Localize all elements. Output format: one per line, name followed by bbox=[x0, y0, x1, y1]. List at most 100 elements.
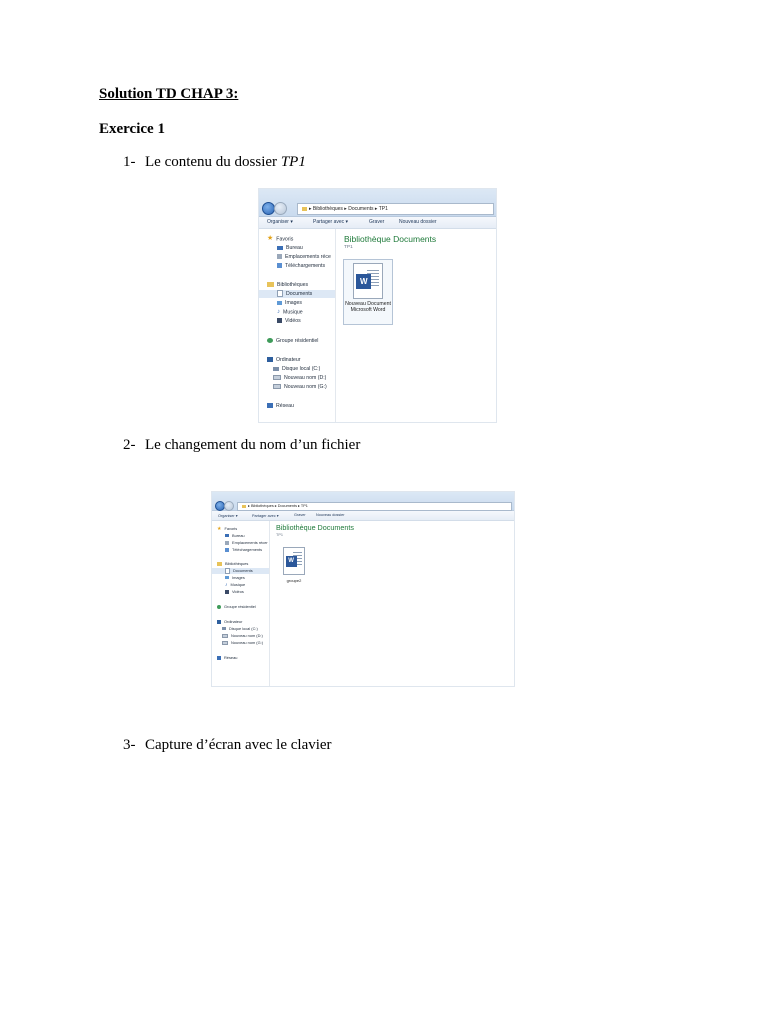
music-icon: ♪ bbox=[277, 309, 280, 315]
nav-videos[interactable]: Vidéos bbox=[277, 317, 301, 325]
new-folder-button[interactable]: Nouveau dossier bbox=[316, 513, 345, 517]
removable-drive-icon bbox=[273, 375, 281, 381]
computer-icon bbox=[217, 619, 221, 624]
file-name: Nouveau Document Microsoft Word bbox=[345, 301, 391, 313]
navigation-pane: ★ Favoris Bureau Emplacements réce Téléch… bbox=[259, 229, 336, 422]
address-bar[interactable]: ▸ Bibliothèques ▸ Documents ▸ TP1 bbox=[297, 203, 494, 215]
burn-button[interactable]: Graver bbox=[369, 219, 384, 225]
burn-button[interactable]: Graver bbox=[294, 513, 306, 517]
breadcrumb: ▸ Bibliothèques ▸ Documents ▸ TP1 bbox=[248, 504, 308, 508]
computer-icon bbox=[267, 357, 273, 363]
documents-icon bbox=[225, 568, 230, 574]
item-number: 3- bbox=[123, 737, 136, 753]
organize-button[interactable]: Organiser ▾ bbox=[218, 513, 238, 518]
nav-drive-d[interactable]: Nouveau nom (D:) bbox=[222, 633, 263, 639]
videos-icon bbox=[225, 589, 229, 594]
nav-recent-places[interactable]: Emplacements réce bbox=[277, 253, 331, 261]
explorer-screenshot-2: ▸ Bibliothèques ▸ Documents ▸ TP1 Organi… bbox=[211, 491, 515, 687]
nav-libraries[interactable]: Bibliothèques bbox=[267, 281, 308, 289]
desktop-icon bbox=[225, 534, 229, 538]
drive-icon bbox=[273, 366, 279, 371]
list-item: 2- Le changement du nom d’un fichier bbox=[123, 437, 360, 454]
item-text: Le changement du nom d’un fichier bbox=[145, 437, 361, 453]
forward-arrow-icon[interactable] bbox=[224, 501, 234, 511]
item-text: Le contenu du dossier bbox=[145, 154, 281, 170]
organize-button[interactable]: Organiser ▾ bbox=[267, 219, 293, 225]
libraries-icon bbox=[267, 282, 274, 288]
library-subtitle: TP1 bbox=[276, 533, 283, 537]
navigation-pane: ★ Favoris Bureau Emplacements récer Téléc… bbox=[212, 521, 270, 686]
list-item: 3- Capture d’écran avec le clavier bbox=[123, 737, 332, 754]
library-subtitle: TP1 bbox=[344, 245, 353, 250]
library-title: Bibliothèque Documents bbox=[344, 234, 437, 244]
nav-music[interactable]: ♪ Musique bbox=[277, 308, 303, 316]
downloads-icon bbox=[277, 263, 282, 269]
removable-drive-icon bbox=[273, 384, 281, 390]
share-with-button[interactable]: Partager avec ▾ bbox=[313, 219, 348, 225]
desktop-icon bbox=[277, 245, 283, 250]
file-item[interactable]: W Nouveau Document Microsoft Word bbox=[343, 259, 393, 325]
nav-documents[interactable]: Documents bbox=[212, 568, 269, 574]
recent-places-icon bbox=[225, 540, 229, 545]
homegroup-icon bbox=[217, 604, 221, 609]
nav-homegroup[interactable]: Groupe résidentiel bbox=[217, 604, 256, 610]
nav-videos[interactable]: Vidéos bbox=[225, 589, 244, 595]
word-document-icon: W bbox=[283, 547, 305, 575]
documents-icon bbox=[277, 290, 283, 298]
recent-places-icon bbox=[277, 254, 282, 260]
nav-homegroup[interactable]: Groupe résidentiel bbox=[267, 337, 318, 345]
nav-images[interactable]: Images bbox=[225, 575, 245, 581]
star-icon: ★ bbox=[267, 235, 274, 242]
videos-icon bbox=[277, 318, 282, 324]
nav-favorites[interactable]: ★ Favoris bbox=[267, 235, 293, 243]
explorer-screenshot-1: ▸ Bibliothèques ▸ Documents ▸ TP1 Organi… bbox=[258, 188, 497, 423]
item-number: 1- bbox=[123, 154, 136, 170]
nav-libraries[interactable]: Bibliothèques bbox=[217, 561, 248, 567]
images-icon bbox=[225, 576, 229, 580]
new-folder-button[interactable]: Nouveau dossier bbox=[399, 219, 437, 225]
word-document-icon: W bbox=[353, 263, 383, 299]
breadcrumb: ▸ Bibliothèques ▸ Documents ▸ TP1 bbox=[309, 206, 388, 212]
removable-drive-icon bbox=[222, 640, 228, 645]
nav-drive-g[interactable]: Nouveau nom (G:) bbox=[273, 383, 327, 391]
doc-title: Solution TD CHAP 3: bbox=[99, 86, 239, 102]
title-bar: ▸ Bibliothèques ▸ Documents ▸ TP1 bbox=[259, 189, 496, 217]
nav-drive-d[interactable]: Nouveau nom (D:) bbox=[273, 374, 326, 382]
nav-favorites[interactable]: ★ Favoris bbox=[217, 526, 237, 532]
item-number: 2- bbox=[123, 437, 136, 453]
forward-arrow-icon[interactable] bbox=[274, 202, 287, 215]
drive-icon bbox=[222, 627, 226, 631]
command-bar: Organiser ▾ Partager avec ▾ Graver Nouve… bbox=[212, 511, 514, 521]
share-with-button[interactable]: Partager avec ▾ bbox=[252, 513, 279, 518]
title-bar: ▸ Bibliothèques ▸ Documents ▸ TP1 bbox=[212, 492, 514, 511]
nav-documents[interactable]: Documents bbox=[259, 290, 335, 298]
section-title: Exercice 1 bbox=[99, 121, 165, 137]
nav-downloads[interactable]: Téléchargements bbox=[277, 262, 325, 270]
nav-drive-c[interactable]: Disque local (C:) bbox=[273, 365, 320, 373]
address-bar[interactable]: ▸ Bibliothèques ▸ Documents ▸ TP1 bbox=[237, 502, 512, 511]
nav-desktop[interactable]: Bureau bbox=[277, 244, 303, 252]
nav-drive-c[interactable]: Disque local (C:) bbox=[222, 626, 258, 632]
command-bar: Organiser ▾ Partager avec ▾ Graver Nouve… bbox=[259, 217, 496, 229]
nav-downloads[interactable]: Téléchargements bbox=[225, 547, 262, 553]
downloads-icon bbox=[225, 547, 229, 552]
libraries-icon bbox=[217, 561, 222, 566]
nav-computer[interactable]: Ordinateur bbox=[267, 356, 301, 364]
nav-computer[interactable]: Ordinateur bbox=[217, 619, 242, 625]
music-icon: ♪ bbox=[225, 582, 228, 588]
nav-network[interactable]: Réseau bbox=[267, 402, 294, 410]
nav-network[interactable]: Réseau bbox=[217, 655, 237, 661]
nav-images[interactable]: Images bbox=[277, 299, 302, 307]
file-item[interactable]: W groupe2 bbox=[278, 547, 310, 587]
nav-recent-places[interactable]: Emplacements récer bbox=[225, 540, 268, 546]
nav-music[interactable]: ♪ Musique bbox=[225, 582, 245, 588]
images-icon bbox=[277, 300, 282, 305]
list-item: 1- Le contenu du dossier TP1 bbox=[123, 154, 306, 171]
folder-icon bbox=[302, 206, 307, 211]
nav-drive-g[interactable]: Nouveau nom (G:) bbox=[222, 640, 263, 646]
library-title: Bibliothèque Documents bbox=[276, 523, 354, 532]
folder-icon bbox=[242, 504, 246, 508]
file-name: groupe2 bbox=[286, 578, 302, 583]
network-icon bbox=[217, 655, 221, 660]
nav-desktop[interactable]: Bureau bbox=[225, 533, 245, 539]
